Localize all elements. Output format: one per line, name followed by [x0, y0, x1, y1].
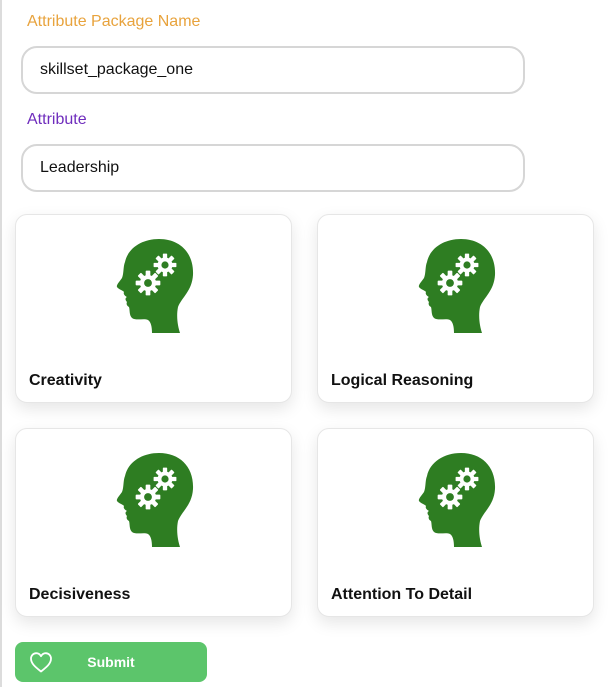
- submit-label: Submit: [87, 654, 135, 670]
- head-gears-icon: [114, 449, 194, 549]
- card-title: Logical Reasoning: [331, 372, 474, 389]
- head-gears-icon: [416, 235, 496, 335]
- attribute-card-decisiveness[interactable]: Decisiveness: [15, 428, 292, 617]
- attribute-label: Attribute: [27, 111, 87, 128]
- attribute-card-creativity[interactable]: Creativity: [15, 214, 292, 403]
- card-title: Creativity: [29, 372, 102, 389]
- attribute-input[interactable]: [21, 144, 525, 192]
- head-gears-icon: [416, 449, 496, 549]
- card-title: Attention To Detail: [331, 586, 473, 603]
- attribute-card-attention-to-detail[interactable]: Attention To Detail: [317, 428, 594, 617]
- submit-button[interactable]: Submit: [15, 642, 207, 682]
- package-name-label: Attribute Package Name: [27, 13, 201, 30]
- package-name-input[interactable]: [21, 46, 525, 94]
- head-gears-icon: [114, 235, 194, 335]
- attribute-card-logical-reasoning[interactable]: Logical Reasoning: [317, 214, 594, 403]
- card-title: Decisiveness: [29, 586, 131, 603]
- left-border: [0, 0, 2, 687]
